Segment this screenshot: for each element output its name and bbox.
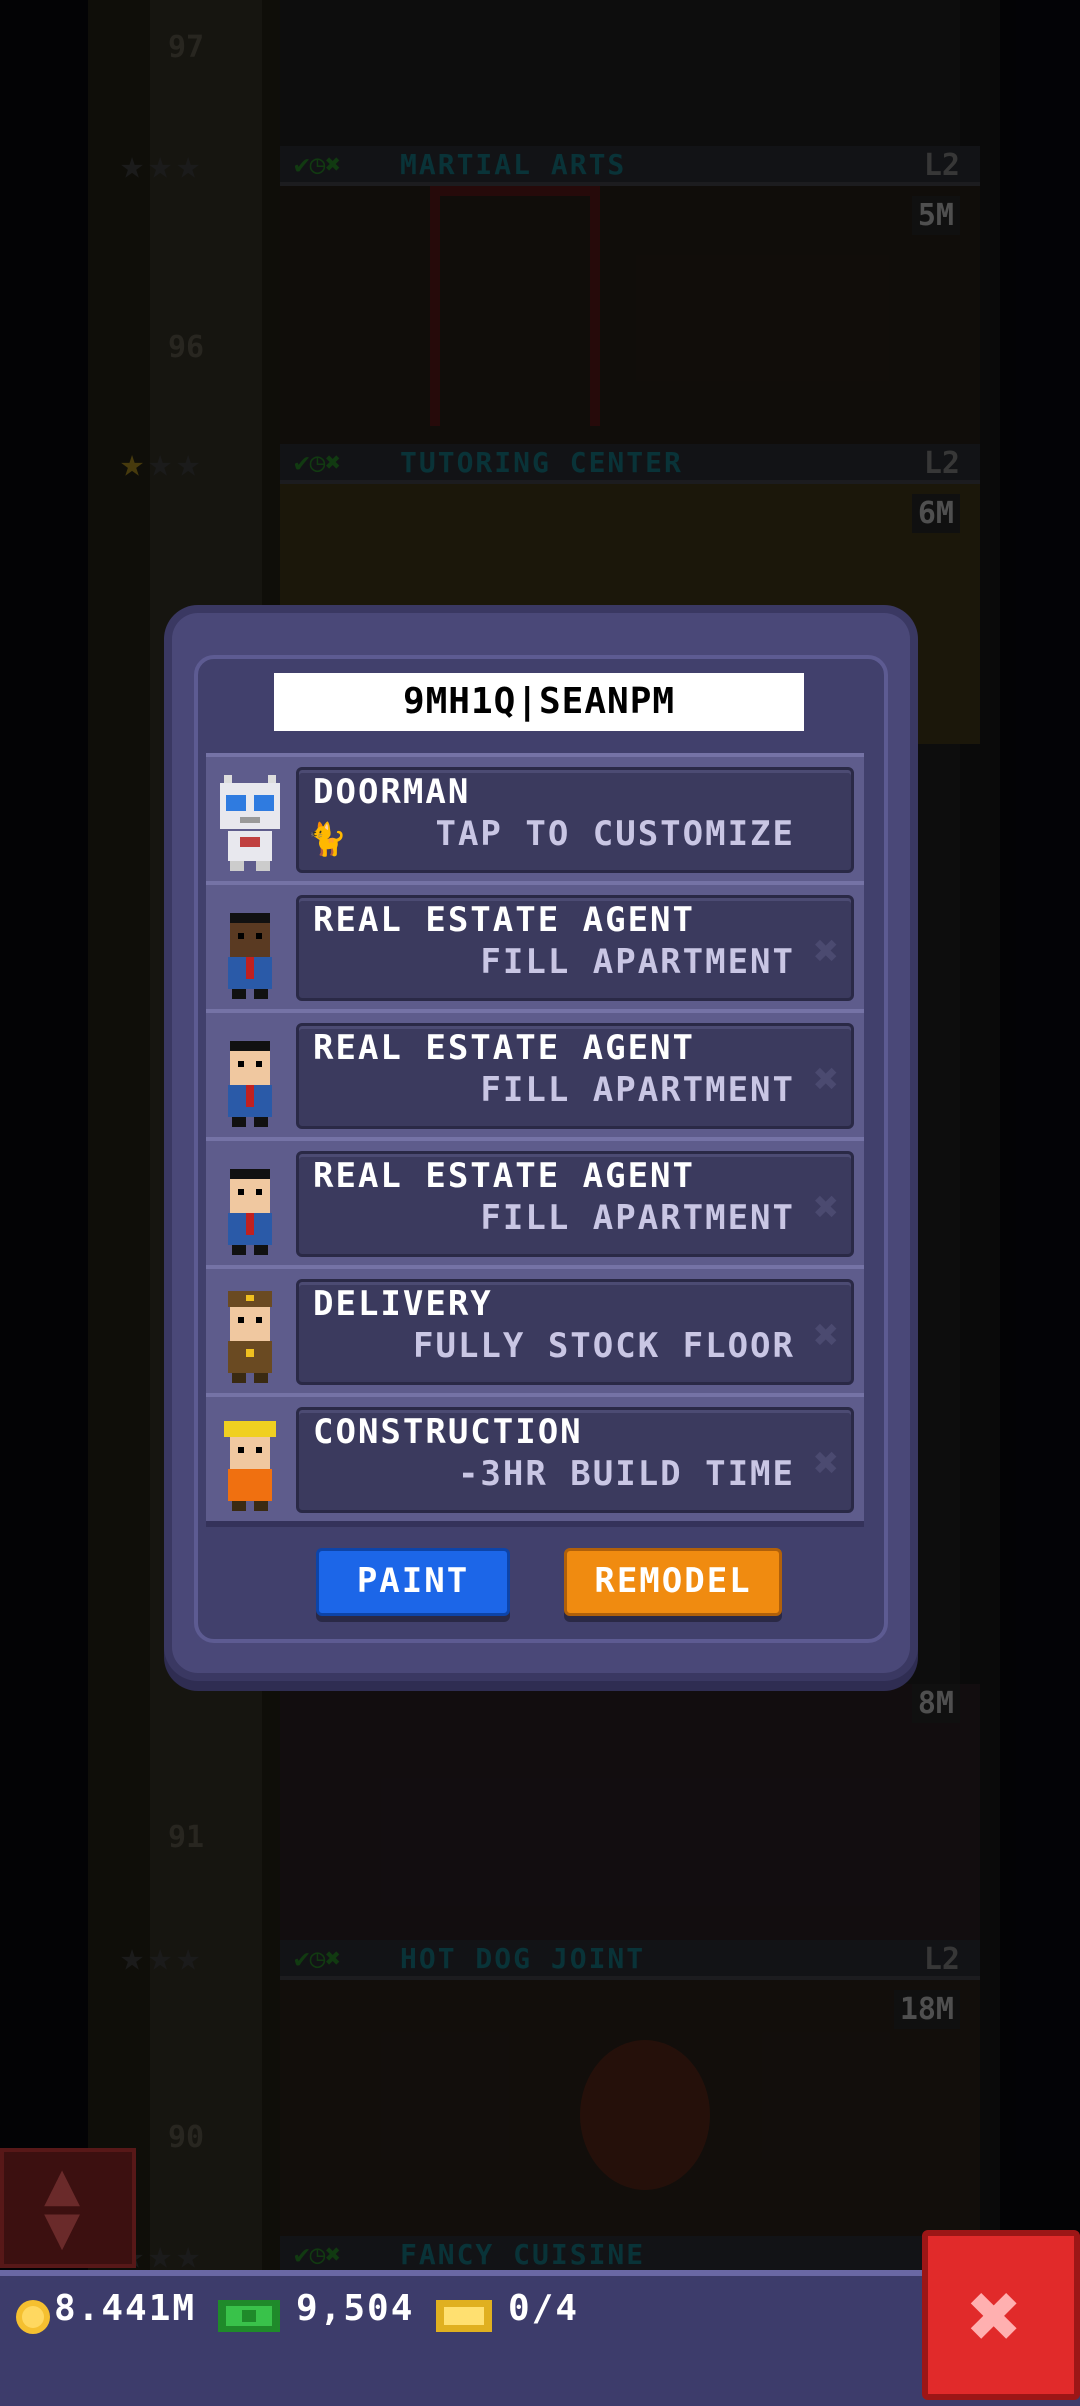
dialog-row-delivery[interactable]: DELIVERY FULLY STOCK FLOOR ✖ <box>206 1265 864 1399</box>
remodel-button[interactable]: REMODEL <box>564 1548 782 1616</box>
row-subtitle: TAP TO CUSTOMIZE <box>435 814 795 854</box>
agent-icon <box>228 1169 272 1255</box>
agent-icon <box>228 1041 272 1127</box>
tower-bux-icon <box>218 2300 280 2332</box>
close-button[interactable]: ✖ <box>922 2230 1080 2400</box>
bux-value: 9,504 <box>296 2288 415 2329</box>
row-title: DELIVERY <box>313 1284 493 1324</box>
row-title: CONSTRUCTION <box>313 1412 583 1452</box>
row-title: REAL ESTATE AGENT <box>313 1028 695 1068</box>
paint-button[interactable]: PAINT <box>316 1548 510 1616</box>
remove-icon[interactable]: ✖ <box>814 1182 839 1231</box>
elevator-scroll-button[interactable]: ▲ ▼ <box>0 2148 136 2268</box>
coin-icon <box>16 2300 50 2334</box>
row-panel: CONSTRUCTION -3HR BUILD TIME ✖ <box>296 1407 854 1513</box>
dialog-row-real-estate-agent[interactable]: REAL ESTATE AGENT FILL APARTMENT ✖ <box>206 1137 864 1271</box>
dialog-row-real-estate-agent[interactable]: REAL ESTATE AGENT FILL APARTMENT ✖ <box>206 1009 864 1143</box>
close-icon: ✖ <box>968 2264 1023 2369</box>
row-title: REAL ESTATE AGENT <box>313 900 695 940</box>
row-panel: REAL ESTATE AGENT FILL APARTMENT ✖ <box>296 1023 854 1129</box>
row-panel: REAL ESTATE AGENT FILL APARTMENT ✖ <box>296 895 854 1001</box>
elevator-name-input[interactable]: 9MH1Q|SEANPM <box>274 673 804 731</box>
row-subtitle: FULLY STOCK FLOOR <box>413 1326 795 1366</box>
row-title: DOORMAN <box>313 772 471 812</box>
tickets-value: 0/4 <box>508 2288 580 2329</box>
row-panel: DELIVERY FULLY STOCK FLOOR ✖ <box>296 1279 854 1385</box>
row-subtitle: FILL APARTMENT <box>480 1070 795 1110</box>
robot-doorman-icon <box>220 775 280 871</box>
delivery-icon <box>228 1291 272 1383</box>
row-subtitle: FILL APARTMENT <box>480 942 795 982</box>
dialog-row-doorman[interactable]: DOORMAN 🐈 TAP TO CUSTOMIZE <box>206 753 864 887</box>
remove-icon[interactable]: ✖ <box>814 1310 839 1359</box>
coins-value: 8.441M <box>54 2288 197 2329</box>
construction-icon <box>224 1421 276 1511</box>
row-title: REAL ESTATE AGENT <box>313 1156 695 1196</box>
dialog-row-real-estate-agent[interactable]: REAL ESTATE AGENT FILL APARTMENT ✖ <box>206 881 864 1015</box>
remove-icon[interactable]: ✖ <box>814 926 839 975</box>
cat-icon: 🐈 <box>307 820 347 858</box>
remove-icon[interactable]: ✖ <box>814 1438 839 1487</box>
row-subtitle: -3HR BUILD TIME <box>457 1454 795 1494</box>
dialog-row-construction[interactable]: CONSTRUCTION -3HR BUILD TIME ✖ <box>206 1393 864 1527</box>
row-subtitle: FILL APARTMENT <box>480 1198 795 1238</box>
row-panel: DOORMAN 🐈 TAP TO CUSTOMIZE <box>296 767 854 873</box>
elevator-scroll-icon: ▲ ▼ <box>44 2149 81 2263</box>
remove-icon[interactable]: ✖ <box>814 1054 839 1103</box>
row-panel: REAL ESTATE AGENT FILL APARTMENT ✖ <box>296 1151 854 1257</box>
agent-icon <box>228 913 272 999</box>
golden-ticket-icon <box>436 2300 492 2332</box>
elevator-dialog: 9MH1Q|SEANPM DOORMAN 🐈 TAP TO CUSTOMIZE <box>172 613 910 1673</box>
